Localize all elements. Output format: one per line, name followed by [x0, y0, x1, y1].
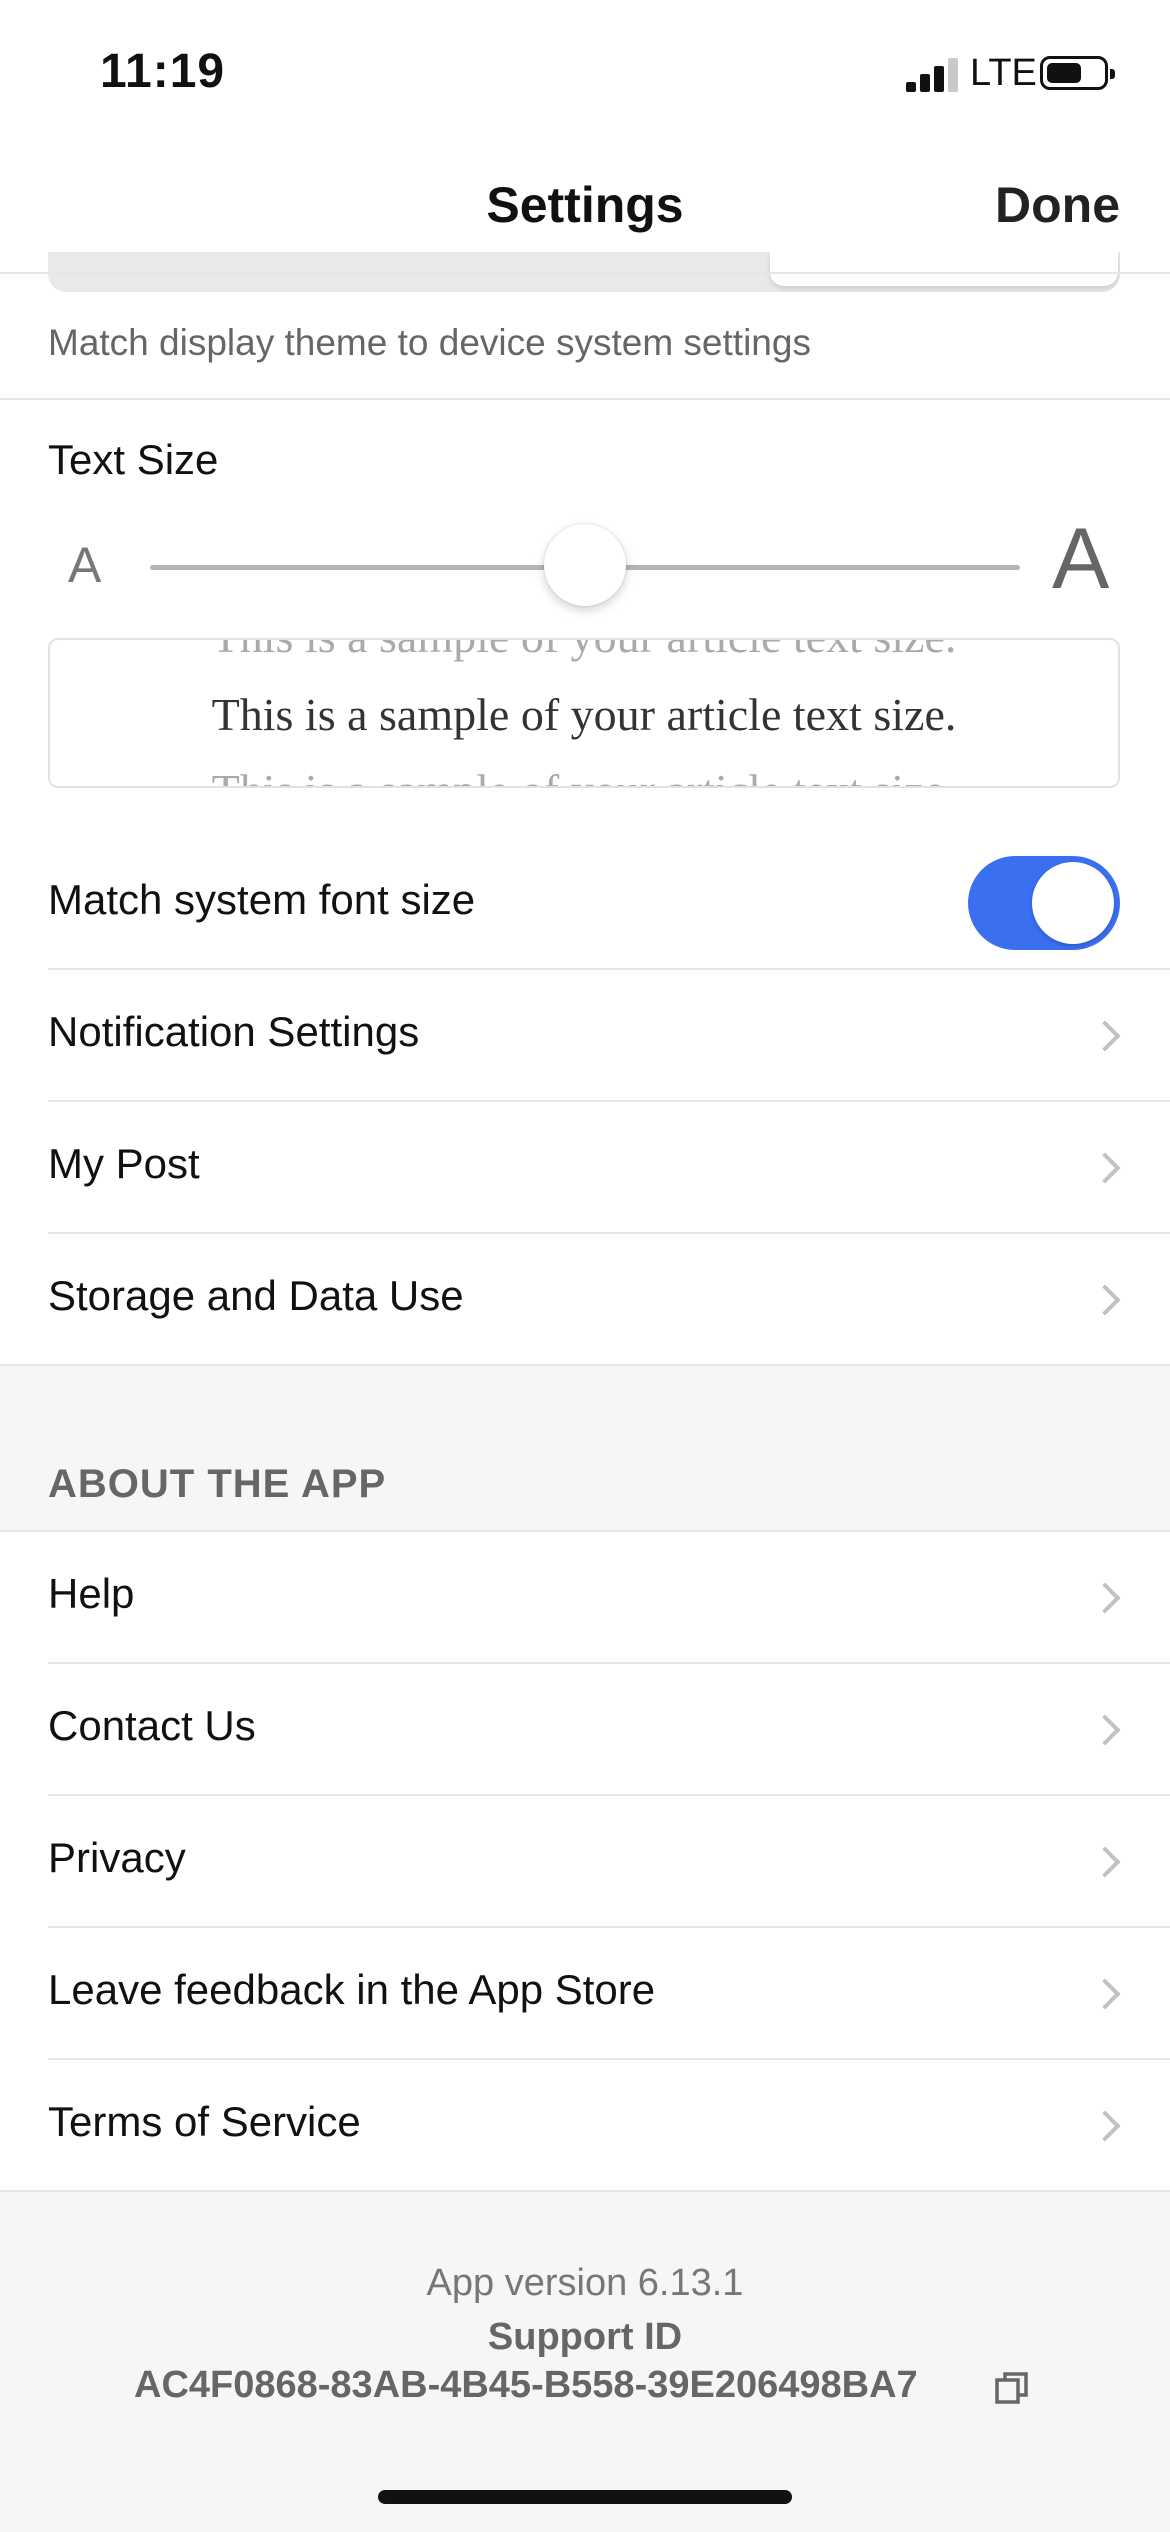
chevron-right-icon [1089, 1846, 1121, 1878]
my-post-row[interactable]: My Post [48, 1140, 200, 1188]
text-size-sample-box: This is a sample of your article text si… [48, 638, 1120, 788]
battery-level [1047, 63, 1081, 83]
divider [0, 398, 1170, 400]
text-size-label: Text Size [48, 436, 219, 483]
leave-feedback-row[interactable]: Leave feedback in the App Store [48, 1966, 655, 2014]
chevron-right-icon [1089, 1978, 1121, 2010]
done-button[interactable]: Done [980, 176, 1120, 234]
terms-of-service-row[interactable]: Terms of Service [48, 2098, 361, 2146]
divider [48, 1232, 1170, 1234]
chevron-right-icon [1089, 2110, 1121, 2142]
divider [0, 1364, 1170, 1366]
network-type: LTE [970, 52, 1037, 94]
help-row[interactable]: Help [48, 1570, 134, 1618]
support-id-value: AC4F0868-83AB-4B45-B558-39E206498BA7 [134, 2364, 918, 2406]
theme-description: Match display theme to device system set… [48, 322, 811, 363]
divider [48, 968, 1170, 970]
divider [48, 2058, 1170, 2060]
battery-icon [1040, 56, 1115, 90]
divider [48, 1794, 1170, 1796]
sample-text-larger: This is a sample of your article text si… [50, 764, 1118, 786]
sample-text-current: This is a sample of your article text si… [211, 689, 957, 740]
contact-us-row[interactable]: Contact Us [48, 1702, 256, 1750]
status-time: 11:19 [100, 45, 226, 98]
text-size-large-icon: A [1052, 511, 1110, 607]
chevron-right-icon [1089, 1152, 1121, 1184]
theme-segment-selected[interactable] [770, 252, 1118, 286]
nav-divider [0, 272, 1170, 274]
home-indicator [378, 2490, 792, 2504]
support-id-label: Support ID [487, 2316, 683, 2358]
signal-icon [906, 56, 958, 92]
match-font-size-label: Match system font size [48, 876, 476, 923]
copy-icon[interactable] [994, 2370, 1030, 2406]
footer [0, 2190, 1170, 2532]
storage-data-use-row[interactable]: Storage and Data Use [48, 1272, 464, 1320]
text-size-slider-thumb[interactable] [544, 524, 626, 606]
chevron-right-icon [1089, 1714, 1121, 1746]
text-size-small-icon: A [68, 537, 102, 593]
toggle-knob [1032, 862, 1114, 944]
divider [48, 1926, 1170, 1928]
chevron-right-icon [1089, 1020, 1121, 1052]
divider [48, 1100, 1170, 1102]
notification-settings-row[interactable]: Notification Settings [48, 1008, 419, 1056]
sample-text-smaller: This is a sample of your article text si… [50, 640, 1118, 663]
chevron-right-icon [1089, 1582, 1121, 1614]
divider [0, 1530, 1170, 1532]
match-font-size-toggle[interactable] [968, 856, 1120, 950]
divider [48, 1662, 1170, 1664]
privacy-row[interactable]: Privacy [48, 1834, 186, 1882]
divider [0, 2190, 1170, 2192]
app-version: App version 6.13.1 [426, 2262, 744, 2304]
about-section-header: ABOUT THE APP [48, 1462, 387, 1506]
chevron-right-icon [1089, 1284, 1121, 1316]
